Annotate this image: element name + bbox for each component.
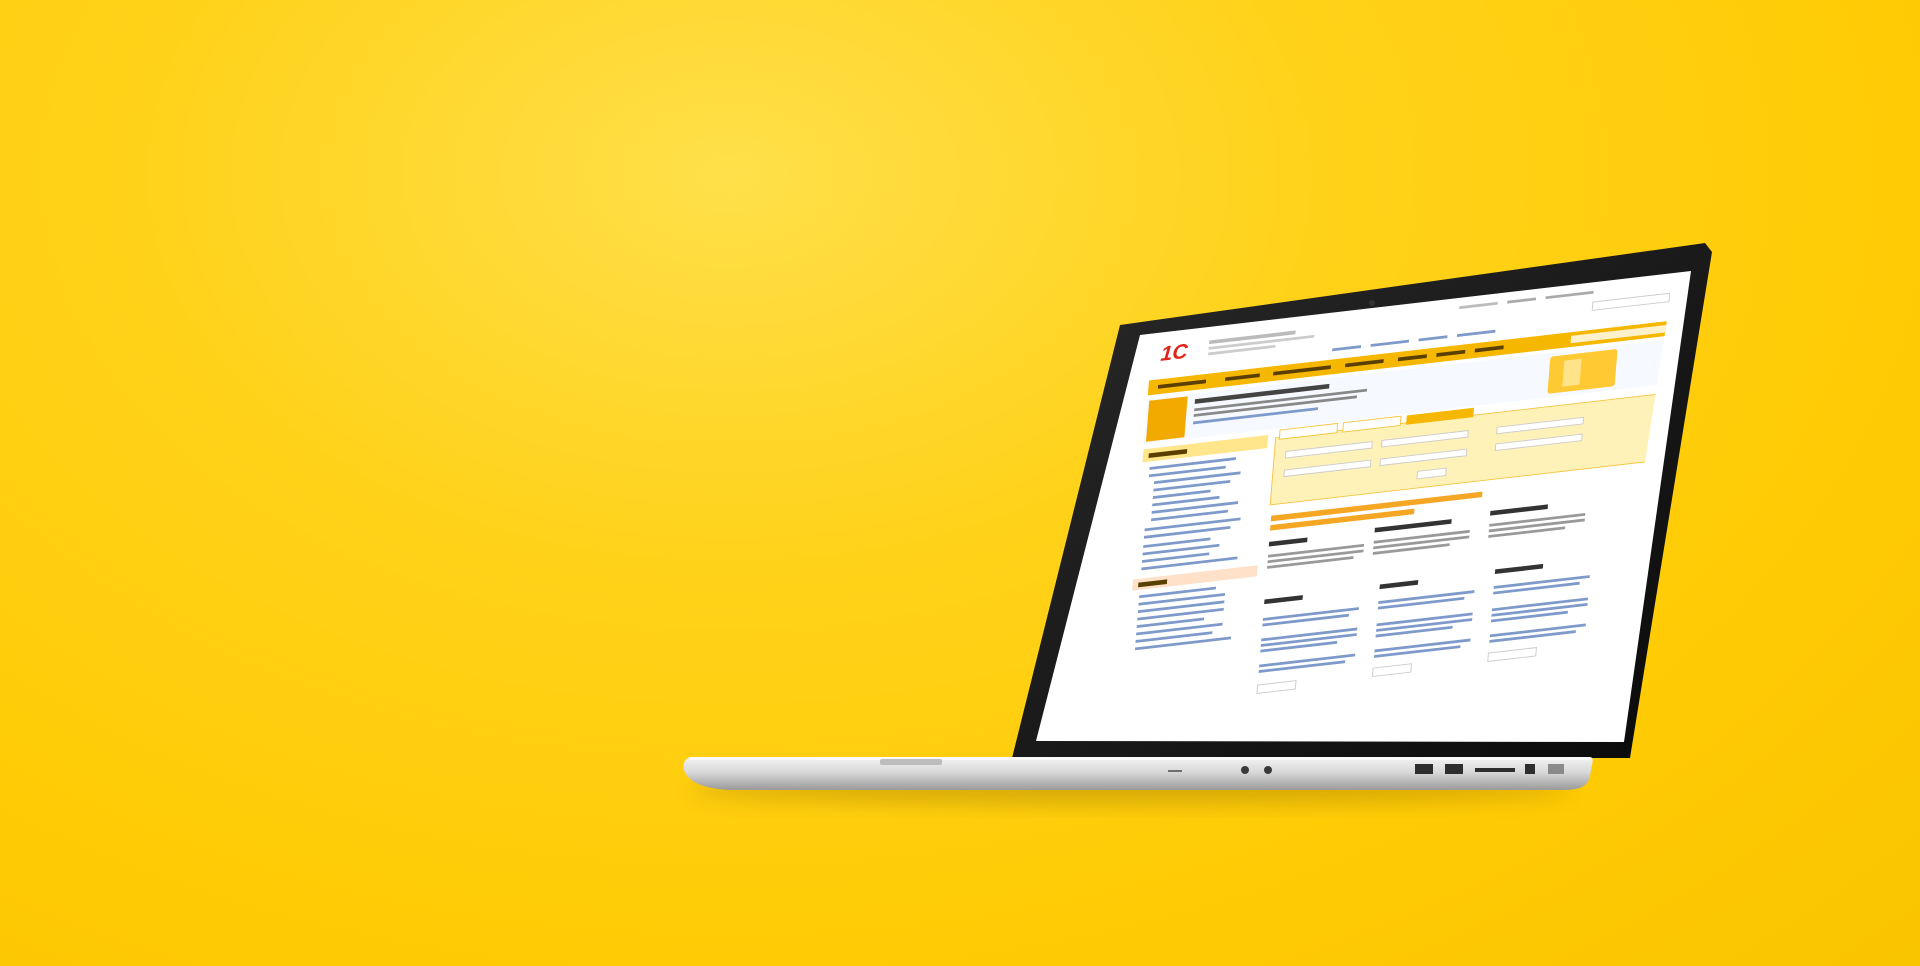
port-icon: [1415, 764, 1433, 774]
port-icon: [1548, 764, 1564, 774]
trackpad-notch: [880, 759, 942, 765]
port-icon: [1525, 764, 1535, 774]
laptop: 1С: [683, 243, 1712, 804]
port-icon: [1445, 764, 1463, 774]
site-logo: 1С: [1160, 340, 1190, 366]
port-icon: [1475, 768, 1515, 772]
port-icon: [1241, 766, 1249, 774]
port-icon: [1168, 770, 1182, 772]
port-icon: [1264, 766, 1272, 774]
webcam-icon: [1369, 300, 1375, 306]
